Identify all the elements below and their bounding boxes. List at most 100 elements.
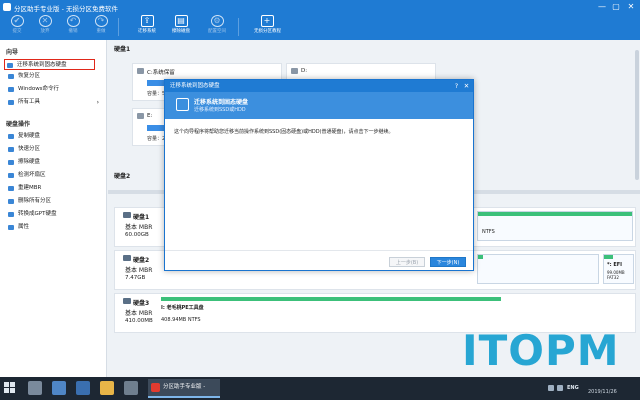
partition-name: C:系统保留 — [147, 70, 175, 76]
dialog-header: 迁移系统到固态硬盘 迁移系统到SSD或HDD — [165, 92, 473, 119]
folder-icon[interactable] — [100, 381, 114, 395]
partition-usage-bar — [604, 255, 613, 259]
close-button[interactable]: ✕ — [625, 2, 637, 12]
chevron-right-icon: › — [96, 99, 99, 106]
partition-usage-bar — [161, 297, 501, 301]
sidebar-item-label: 复制硬盘 — [18, 133, 41, 139]
partition-label: *: EFI — [607, 262, 623, 268]
usb-disk-icon — [123, 298, 131, 304]
sidebar-item-windows-cmd[interactable]: Windows命令行 — [6, 84, 102, 95]
wipe-disk-button[interactable]: ▤ 擦除磁盘 — [168, 14, 194, 40]
app-icon[interactable] — [124, 381, 138, 395]
disk-icon — [7, 63, 13, 68]
sidebar-item-wipe-disk[interactable]: 擦除硬盘 — [6, 157, 102, 168]
taskbar-app-partition-assistant[interactable]: 分区助手专业版 - — [148, 379, 220, 398]
sidebar-item-rebuild-mbr[interactable]: 重建MBR — [6, 183, 102, 194]
allocate-space-button[interactable]: ⚙ 配置空间 — [204, 14, 230, 40]
partition-segment[interactable] — [477, 211, 633, 241]
maximize-button[interactable]: ▢ — [610, 2, 622, 12]
toolbar-label: 撤销 — [68, 29, 78, 34]
help-button[interactable]: ? — [452, 80, 461, 92]
properties-icon — [8, 225, 14, 230]
redo-button[interactable]: ↷ 重做 — [88, 14, 114, 40]
sidebar-item-label: 擦除硬盘 — [18, 159, 41, 165]
undo-button[interactable]: ↶ 撤销 — [60, 14, 86, 40]
sidebar-item-convert-gpt[interactable]: 转换成GPT硬盘 — [6, 209, 102, 220]
disk-type: 基本 MBR — [125, 224, 153, 231]
sidebar-item-all-tools[interactable]: 所有工具 › — [6, 97, 102, 108]
migrate-dialog: 迁移系统到固态硬盘 ? ✕ 迁移系统到固态硬盘 迁移系统到SSD或HDD 这个向… — [164, 79, 474, 271]
sidebar-item-migrate-ssd[interactable]: 迁移系统到固态硬盘 — [4, 59, 95, 70]
disk1-heading: 硬盘1 — [114, 46, 131, 53]
wipe-icon: ▤ — [174, 15, 188, 27]
restore-icon — [8, 74, 14, 79]
partition-filesystem: NTFS — [482, 229, 495, 235]
sidebar-item-label: 属性 — [18, 224, 30, 230]
dialog-close-button[interactable]: ✕ — [462, 80, 471, 92]
gear-icon: ⚙ — [210, 15, 224, 27]
sidebar-item-check-bad-sectors[interactable]: 检测坏扇区 — [6, 170, 102, 181]
sidebar-item-copy-disk[interactable]: 复制硬盘 — [6, 131, 102, 142]
dialog-body-text: 这个向导程序将帮助您迁移当前操作系统到SSD(固态硬盘)或HDD(普通硬盘)，请… — [174, 129, 394, 135]
sidebar-item-restore-partition[interactable]: 恢复分区 — [6, 71, 102, 82]
partition-segment-efi[interactable]: *: EFI 99.00MB FAT32 — [603, 254, 634, 284]
computer-icon[interactable] — [52, 381, 66, 395]
terminal-icon — [8, 87, 14, 92]
dialog-subheading: 迁移系统到SSD或HDD — [194, 107, 246, 113]
prev-button[interactable]: 上一步(B) — [389, 257, 425, 267]
start-button[interactable] — [4, 382, 16, 394]
sidebar-item-properties[interactable]: 属性 — [6, 222, 102, 233]
check-icon: ✔ — [10, 15, 24, 27]
partition-segment[interactable]: I: 老毛桃PE工具盘 408.94MB NTFS — [161, 297, 633, 327]
scrollbar[interactable] — [635, 50, 639, 180]
taskbar-app-label: 分区助手专业版 - — [163, 384, 206, 390]
sidebar-item-label: 恢复分区 — [18, 73, 41, 79]
next-button[interactable]: 下一步(N) — [430, 257, 466, 267]
input-method-indicator[interactable]: ENG — [567, 385, 579, 391]
disk-size: 60.00GB — [125, 232, 149, 238]
migrate-os-button[interactable]: ⇪ 迁移系统 — [134, 14, 160, 40]
sidebar-item-delete-all-partitions[interactable]: 删除所有分区 — [6, 196, 102, 207]
eraser-app-icon[interactable] — [28, 381, 42, 395]
commit-button[interactable]: ✔ 提交 — [4, 14, 30, 40]
minimize-button[interactable]: — — [596, 2, 608, 12]
partition-segment[interactable] — [477, 254, 599, 284]
delete-icon — [8, 199, 14, 204]
tutorial-button[interactable]: + 无损分区教程 — [254, 14, 281, 40]
partition-name: E: — [147, 113, 153, 119]
control-panel-icon[interactable] — [76, 381, 90, 395]
window-title: 分区助手专业版 - 无损分区免费软件 — [14, 5, 118, 13]
disk-name: 硬盘1 — [133, 214, 150, 221]
toolbar-label: 放弃 — [40, 29, 50, 34]
dialog-divider — [165, 250, 473, 251]
partition-icon — [8, 147, 14, 152]
taskbar: 分区助手专业版 - ENG 2019/11/26 — [0, 377, 640, 400]
toolbar-label: 配置空间 — [208, 29, 226, 34]
mbr-icon — [8, 186, 14, 191]
disk-name: 硬盘2 — [133, 257, 150, 264]
disk-type: 基本 MBR — [125, 267, 153, 274]
network-icon[interactable] — [548, 385, 554, 391]
partition-usage-bar — [478, 255, 483, 259]
hard-disk-icon — [123, 255, 131, 261]
disk-name: 硬盘3 — [133, 300, 150, 307]
disk-size: 410.00MB — [125, 318, 153, 324]
toolbar-label: 重做 — [96, 29, 106, 34]
hard-disk-icon — [123, 212, 131, 218]
clock-date[interactable]: 2019/11/26 — [588, 389, 617, 395]
discard-icon: ✕ — [38, 15, 52, 27]
sidebar: 向导 迁移系统到固态硬盘 恢复分区 Windows命令行 所有工具 › 硬盘操作 … — [0, 40, 107, 377]
volume-icon[interactable] — [557, 385, 563, 391]
disk-size: 7.47GB — [125, 275, 146, 281]
discard-button[interactable]: ✕ 放弃 — [32, 14, 58, 40]
partition-value: 408.94MB NTFS — [161, 317, 201, 323]
dialog-heading: 迁移系统到固态硬盘 — [194, 99, 249, 106]
partition-app-icon — [151, 383, 160, 392]
toolbar-label: 擦除磁盘 — [172, 29, 190, 34]
sidebar-item-label: 删除所有分区 — [18, 198, 52, 204]
sidebar-item-quick-partition[interactable]: 快速分区 — [6, 144, 102, 155]
check-icon — [8, 173, 14, 178]
migrate-icon: ⇪ — [140, 15, 154, 27]
plus-icon: + — [260, 15, 274, 27]
dialog-title-bar: 迁移系统到固态硬盘 ? ✕ — [165, 80, 473, 92]
